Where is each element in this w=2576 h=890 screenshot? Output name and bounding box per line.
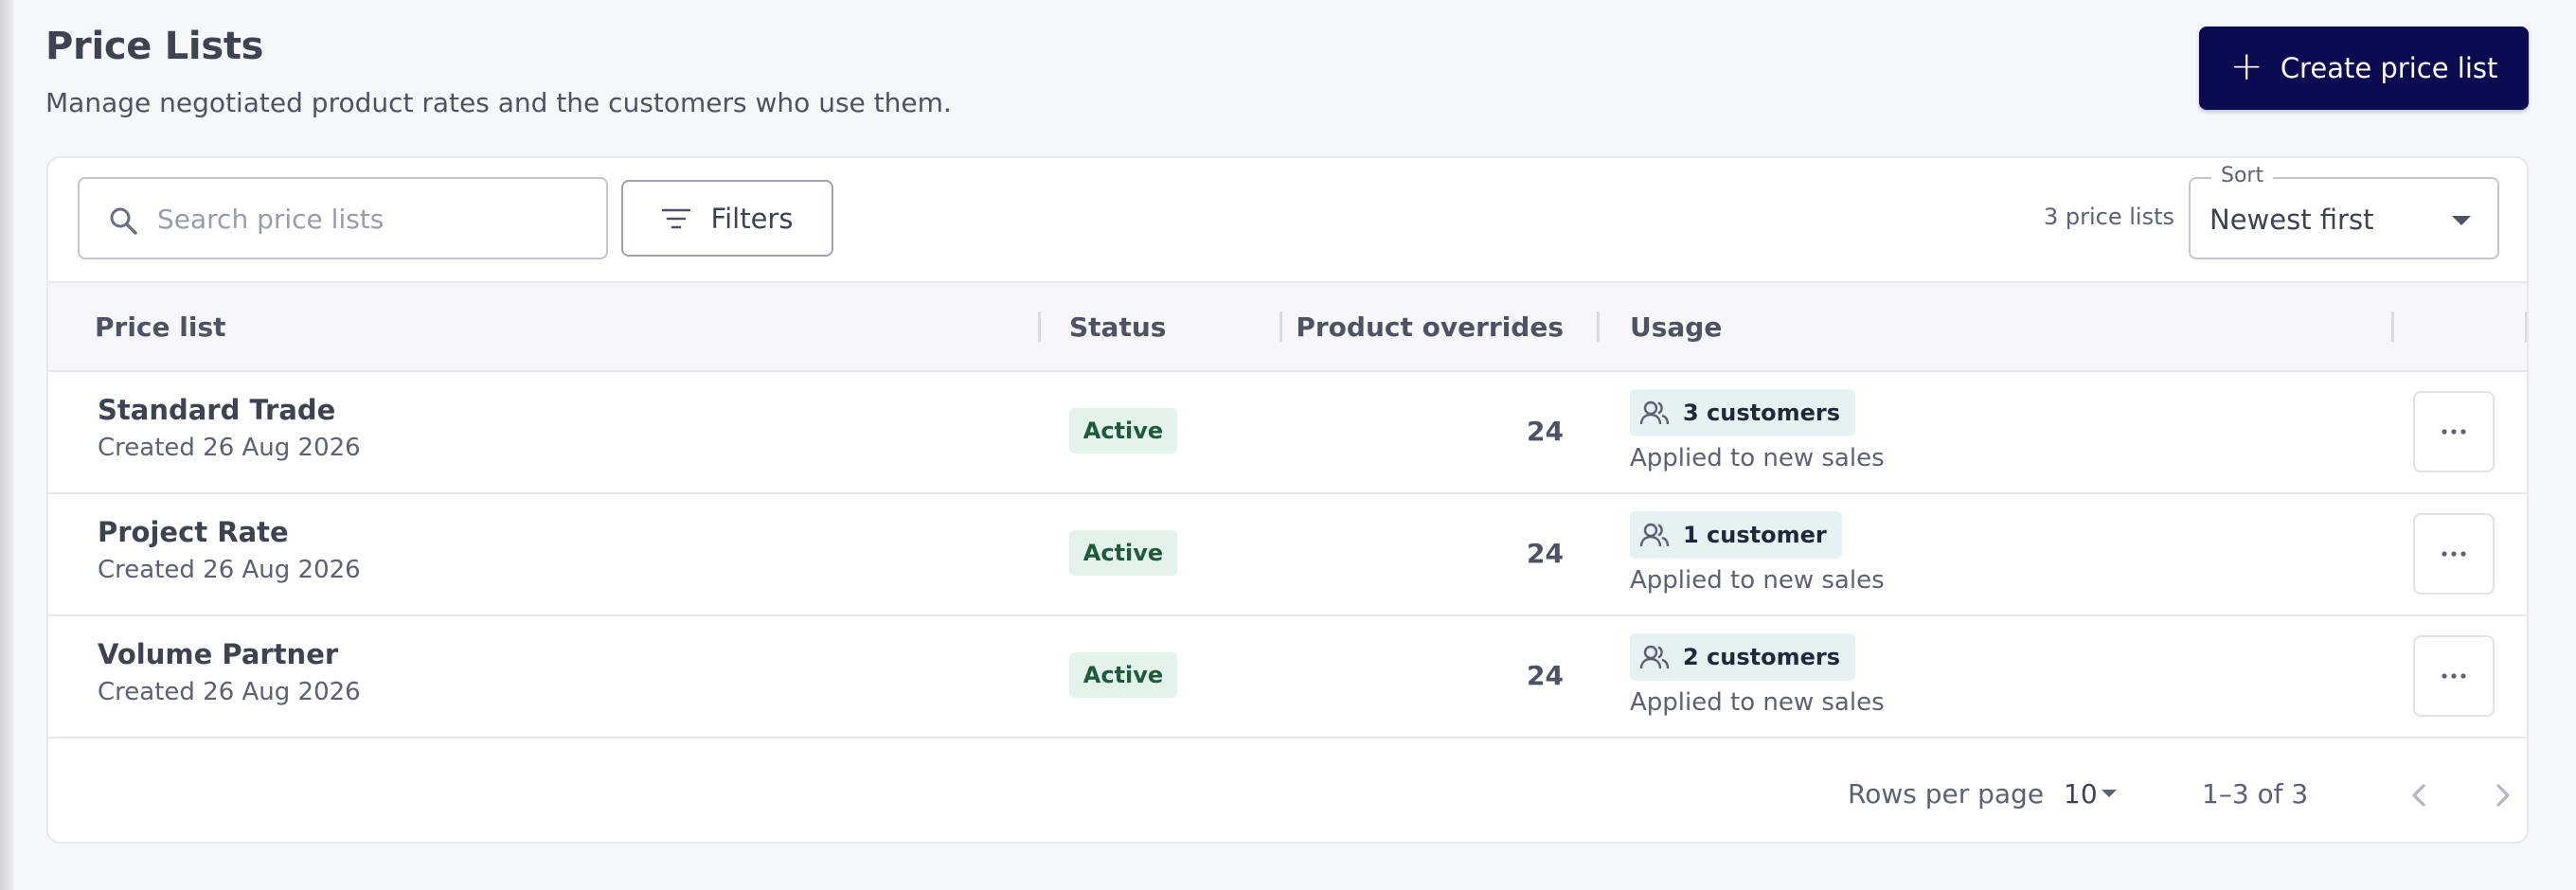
column-separator: [2525, 312, 2527, 342]
next-page-button[interactable]: [2479, 773, 2525, 818]
caret-down-icon: [2102, 790, 2117, 797]
plus-icon: +: [2229, 43, 2263, 89]
table-row[interactable]: Project Rate Created 26 Aug 2026 Active …: [48, 494, 2527, 616]
rows-per-page-select[interactable]: 10: [2064, 774, 2117, 812]
pagination: Rows per page 10 1–3 of 3: [48, 740, 2527, 842]
chevron-right-icon: [2496, 784, 2510, 807]
created-date: Created 26 Aug 2026: [98, 678, 361, 706]
users-icon: [1639, 523, 1670, 547]
page-title: Price Lists: [45, 25, 264, 68]
row-actions-button[interactable]: [2413, 635, 2495, 717]
table-header: Price list Status Product overrides Usag…: [48, 281, 2527, 372]
table-row[interactable]: Standard Trade Created 26 Aug 2026 Activ…: [48, 372, 2527, 494]
search-box: [78, 177, 608, 259]
sort-value: Newest first: [2209, 204, 2374, 236]
status-badge: Active: [1069, 408, 1177, 454]
usage-note: Applied to new sales: [1630, 444, 1885, 472]
users-icon: [1639, 400, 1670, 425]
create-price-list-label: Create price list: [2280, 52, 2498, 84]
usage-chip[interactable]: 2 customers: [1630, 633, 1856, 681]
usage-chip[interactable]: 1 customer: [1630, 511, 1842, 559]
rows-per-page-label: Rows per page: [1848, 778, 2045, 810]
product-overrides-count: 24: [1527, 660, 1564, 691]
filter-lines-icon: [661, 208, 690, 228]
column-header-price-list[interactable]: Price list: [95, 312, 226, 343]
price-list-name[interactable]: Volume Partner: [98, 638, 338, 670]
product-overrides-count: 24: [1527, 538, 1564, 569]
status-badge: Active: [1069, 652, 1177, 698]
price-lists-card: Filters 3 price lists Sort Newest first …: [46, 156, 2529, 844]
caret-down-icon: [2452, 216, 2471, 225]
column-header-product-overrides[interactable]: Product overrides: [1296, 312, 1564, 343]
usage-count: 3 customers: [1683, 400, 1841, 426]
column-separator: [2391, 312, 2394, 342]
status-badge: Active: [1069, 530, 1177, 576]
column-separator: [1038, 312, 1041, 342]
filters-button[interactable]: Filters: [621, 180, 833, 257]
price-list-name[interactable]: Standard Trade: [98, 394, 335, 426]
previous-page-button[interactable]: [2397, 773, 2442, 818]
rows-per-page-value: 10: [2064, 778, 2098, 810]
product-overrides-count: 24: [1527, 416, 1564, 447]
column-header-status[interactable]: Status: [1069, 312, 1166, 343]
column-separator: [1279, 312, 1282, 342]
search-icon: [110, 207, 137, 235]
more-horizontal-icon: [2442, 551, 2466, 557]
sort-select[interactable]: Sort Newest first: [2189, 164, 2499, 259]
row-actions-button[interactable]: [2413, 513, 2495, 595]
chevron-left-icon: [2412, 784, 2425, 807]
price-list-name[interactable]: Project Rate: [98, 516, 289, 548]
users-icon: [1639, 645, 1670, 669]
column-separator: [1597, 312, 1600, 342]
column-header-usage[interactable]: Usage: [1630, 312, 1722, 343]
create-price-list-button[interactable]: + Create price list: [2199, 27, 2529, 110]
window-edge-shadow: [0, 0, 13, 890]
page-range: 1–3 of 3: [2202, 778, 2309, 810]
usage-note: Applied to new sales: [1630, 566, 1885, 595]
table-toolbar: Filters 3 price lists Sort Newest first: [48, 158, 2527, 281]
table-row[interactable]: Volume Partner Created 26 Aug 2026 Activ…: [48, 616, 2527, 739]
usage-count: 2 customers: [1683, 644, 1841, 670]
search-input[interactable]: [155, 179, 595, 259]
result-count: 3 price lists: [2043, 204, 2174, 230]
page-subtitle: Manage negotiated product rates and the …: [45, 87, 952, 118]
usage-note: Applied to new sales: [1630, 688, 1885, 717]
created-date: Created 26 Aug 2026: [98, 556, 361, 584]
sort-label: Sort: [2211, 164, 2274, 187]
more-horizontal-icon: [2442, 429, 2466, 435]
row-actions-button[interactable]: [2413, 391, 2495, 472]
more-horizontal-icon: [2442, 673, 2466, 679]
created-date: Created 26 Aug 2026: [98, 434, 361, 462]
filters-label: Filters: [710, 202, 794, 235]
usage-count: 1 customer: [1683, 522, 1827, 548]
usage-chip[interactable]: 3 customers: [1630, 389, 1856, 436]
